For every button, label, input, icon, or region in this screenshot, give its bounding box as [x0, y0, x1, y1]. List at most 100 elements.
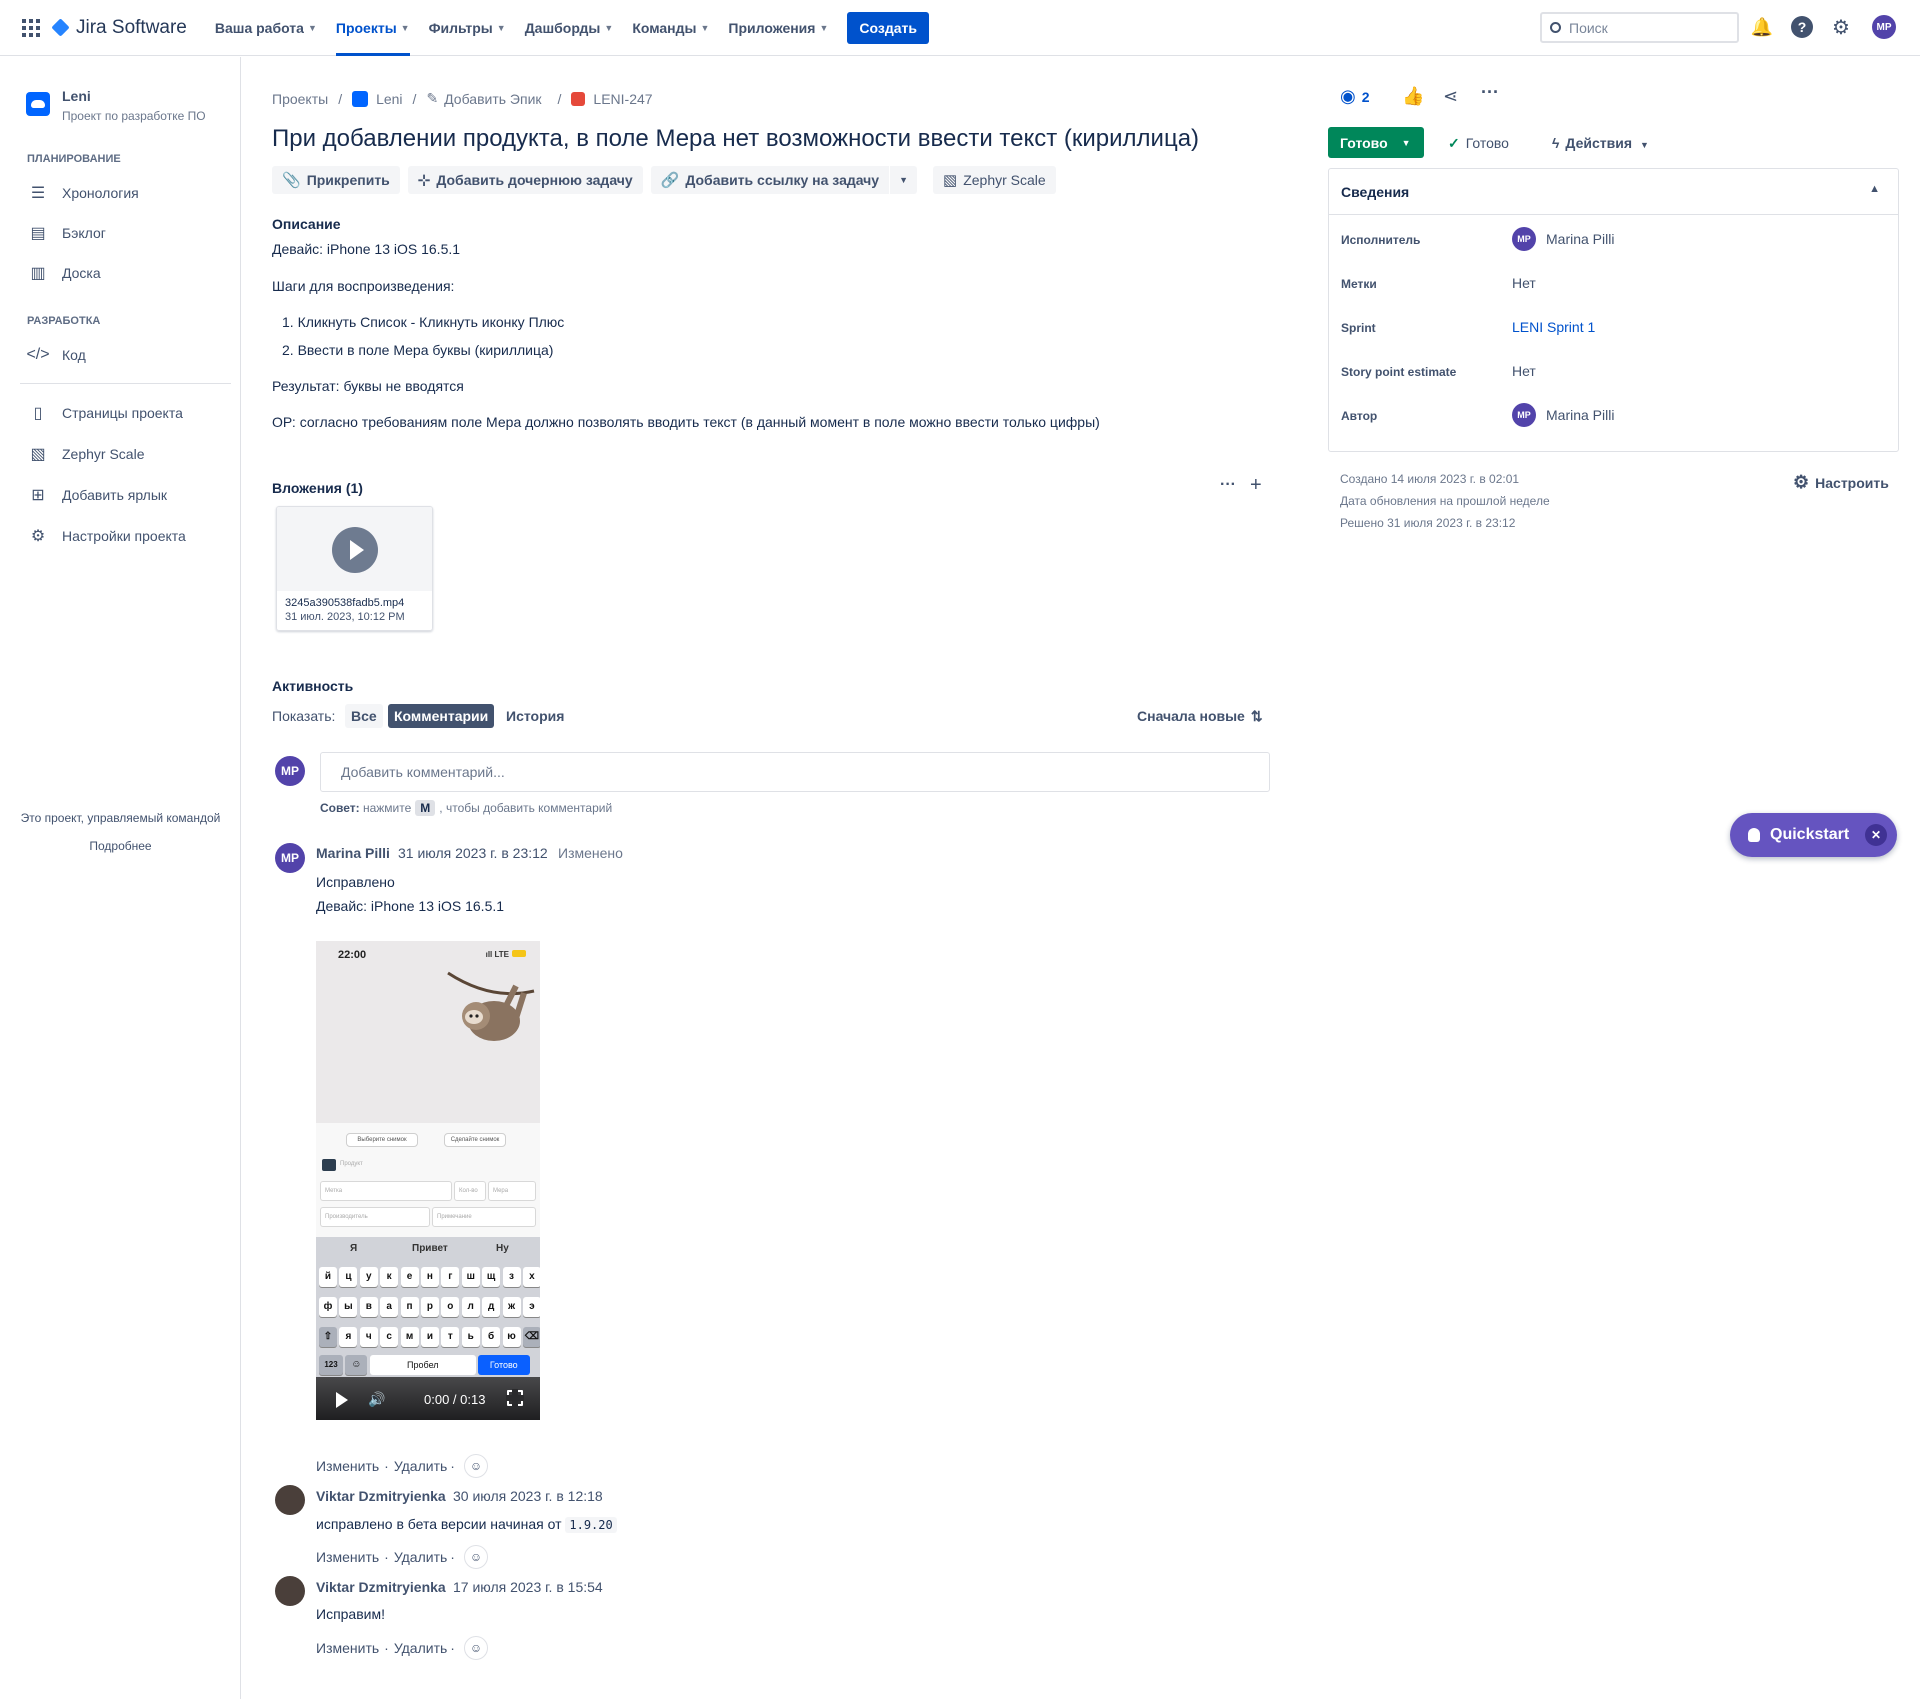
learn-more-link[interactable]: Подробнее [0, 839, 241, 853]
add-reaction-icon[interactable]: ☺ [463, 1454, 488, 1478]
keyboard-row: 123 ☺ Пробел Готово [319, 1355, 530, 1375]
resolved-date: Решено 31 июля 2023 г. в 23:12 [1340, 516, 1516, 530]
sort-newest-first[interactable]: Сначала новые ⇅ [1137, 708, 1263, 725]
nav-teams[interactable]: Команды ▼ [632, 0, 709, 56]
comment-date[interactable]: 17 июля 2023 г. в 15:54 [453, 1579, 603, 1595]
issue-title[interactable]: При добавлении продукта, в поле Мера нет… [272, 125, 1199, 153]
nav-projects[interactable]: Проекты ▼ [335, 0, 410, 56]
comment-video-player[interactable]: 22:00 ıll LTE Выберите снимок Сделайте с… [316, 941, 540, 1420]
quickstart-button[interactable]: Quickstart ✕ [1730, 813, 1897, 857]
field-value-sprint[interactable]: LENI Sprint 1 [1512, 319, 1595, 335]
comment-author[interactable]: Viktar Dzmitryienka [316, 1579, 446, 1595]
fullscreen-icon[interactable] [506, 1389, 524, 1407]
add-comment-input[interactable]: Добавить комментарий... [320, 752, 1270, 792]
comment-avatar: MP [275, 843, 305, 873]
sidebar-item-board[interactable]: ▥ Доска [28, 263, 100, 283]
updated-date: Дата обновления на прошлой неделе [1340, 494, 1550, 508]
watch-button[interactable]: ◉ 2 [1340, 86, 1370, 107]
page-icon: ▯ [33, 405, 43, 422]
breadcrumb-add-epic[interactable]: Добавить Эпик [444, 91, 541, 107]
description-device: Девайс: iPhone 13 iOS 16.5.1 [272, 241, 461, 257]
link-issue-button[interactable]: 🔗 Добавить ссылку на задачу [650, 166, 890, 194]
nav-filters[interactable]: Фильтры ▼ [429, 0, 506, 56]
jira-logo[interactable]: Jira Software [51, 17, 187, 39]
actions-dropdown[interactable]: ϟ Действия ▼ [1552, 135, 1649, 151]
link-issue-dropdown[interactable]: ▼ [890, 166, 918, 194]
volume-icon[interactable]: 🔊 [368, 1391, 385, 1408]
sidebar-item-code[interactable]: </> Код [26, 345, 85, 365]
keyboard-key: ф [319, 1297, 337, 1317]
zephyr-scale-button[interactable]: ▧ Zephyr Scale [933, 166, 1056, 194]
sort-icon: ⇅ [1250, 708, 1263, 724]
tab-all[interactable]: Все [345, 704, 383, 728]
breadcrumb-project[interactable]: Leni [376, 91, 402, 107]
sidebar-item-project-settings[interactable]: ⚙ Настройки проекта [28, 526, 186, 546]
add-reaction-icon[interactable]: ☺ [463, 1636, 488, 1660]
field-value-story-points[interactable]: Нет [1512, 363, 1536, 379]
breadcrumb-projects[interactable]: Проекты [272, 91, 328, 107]
details-header[interactable]: Сведения ▲ [1329, 169, 1898, 215]
more-options-icon[interactable]: ··· [1220, 476, 1236, 494]
nav-apps[interactable]: Приложения ▼ [728, 0, 828, 56]
add-attachment-icon[interactable]: + [1250, 474, 1262, 497]
sidebar-item-add-shortcut[interactable]: ⊞ Добавить ярлык [28, 485, 167, 505]
edit-comment-link[interactable]: Изменить [316, 1458, 379, 1474]
add-child-issue-button[interactable]: ⊹ Добавить дочернюю задачу [407, 166, 643, 194]
tab-history[interactable]: История [500, 704, 570, 728]
project-header[interactable]: Leni Проект по разработке ПО [26, 88, 206, 123]
video-play-icon[interactable] [336, 1392, 348, 1408]
keyboard-key: в [359, 1297, 378, 1317]
sidebar-item-project-pages[interactable]: ▯ Страницы проекта [28, 403, 183, 423]
settings-gear-icon[interactable]: ⚙ [1830, 16, 1852, 39]
more-actions-icon[interactable]: ··· [1481, 82, 1499, 103]
nav-your-work[interactable]: Ваша работа ▼ [215, 0, 317, 56]
edit-comment-link[interactable]: Изменить [316, 1549, 379, 1565]
description-step: 1. Кликнуть Список - Кликнуть иконку Плю… [282, 314, 565, 330]
create-button[interactable]: Создать [847, 11, 929, 44]
help-icon[interactable]: ? [1791, 16, 1813, 38]
notifications-icon[interactable]: 🔔 [1751, 16, 1773, 38]
field-value-assignee[interactable]: MP Marina Pilli [1512, 227, 1614, 251]
sidebar-item-backlog[interactable]: ▤ Бэклог [28, 223, 105, 243]
edit-comment-link[interactable]: Изменить [316, 1640, 379, 1656]
keyboard-key: я [339, 1327, 358, 1347]
sidebar-item-zephyr[interactable]: ▧ Zephyr Scale [28, 444, 144, 464]
delete-comment-link[interactable]: Удалить [394, 1458, 447, 1474]
assignee-avatar: MP [1512, 227, 1536, 251]
field-value-reporter[interactable]: MP Marina Pilli [1512, 403, 1614, 427]
comment-actions: Изменить · Удалить · ☺ [316, 1545, 488, 1569]
keyboard-key: о [441, 1297, 460, 1317]
keyboard-key: и [420, 1327, 439, 1347]
lightning-icon: ϟ [1552, 135, 1560, 151]
jira-diamond-icon [51, 18, 70, 37]
comment-author[interactable]: Marina Pilli [316, 845, 390, 861]
configure-button[interactable]: ⚙ Настроить [1793, 472, 1889, 493]
nav-dashboards[interactable]: Дашборды ▼ [525, 0, 614, 56]
board-icon: ▥ [30, 265, 46, 282]
project-sidebar: Leni Проект по разработке ПО ПЛАНИРОВАНИ… [0, 57, 241, 1699]
attach-button[interactable]: 📎 Прикрепить [272, 166, 400, 194]
keyboard-key: д [482, 1297, 501, 1317]
tab-comments[interactable]: Комментарии [388, 704, 495, 728]
close-icon[interactable]: ✕ [1865, 824, 1887, 846]
add-reaction-icon[interactable]: ☺ [463, 1545, 488, 1569]
search-input[interactable]: Поиск [1540, 12, 1739, 43]
delete-comment-link[interactable]: Удалить [394, 1549, 447, 1565]
project-cloud-icon [26, 92, 50, 116]
keyboard-key: г [441, 1267, 460, 1287]
comment-date[interactable]: 30 июля 2023 г. в 12:18 [453, 1488, 603, 1504]
like-icon[interactable]: 👍 [1402, 86, 1424, 107]
sidebar-item-timeline[interactable]: ☰ Хронология [28, 183, 139, 203]
app-switcher-icon[interactable] [22, 18, 40, 37]
comment-date[interactable]: 31 июля 2023 г. в 23:12 [398, 845, 548, 861]
share-icon[interactable]: ⋖ [1443, 86, 1458, 107]
breadcrumb-issue-key[interactable]: LENI-247 [593, 91, 652, 107]
field-value-labels[interactable]: Нет [1512, 275, 1536, 291]
delete-comment-link[interactable]: Удалить [394, 1640, 447, 1656]
status-dropdown[interactable]: Готово ▼ [1328, 127, 1424, 158]
user-avatar[interactable]: MP [1872, 15, 1896, 39]
comment-author[interactable]: Viktar Dzmitryienka [316, 1488, 446, 1504]
attachment-card[interactable]: 3245a390538fadb5.mp4 31 июл. 2023, 10:12… [276, 506, 433, 631]
keyboard-key: к [380, 1267, 399, 1287]
keyboard-key: ч [359, 1327, 378, 1347]
